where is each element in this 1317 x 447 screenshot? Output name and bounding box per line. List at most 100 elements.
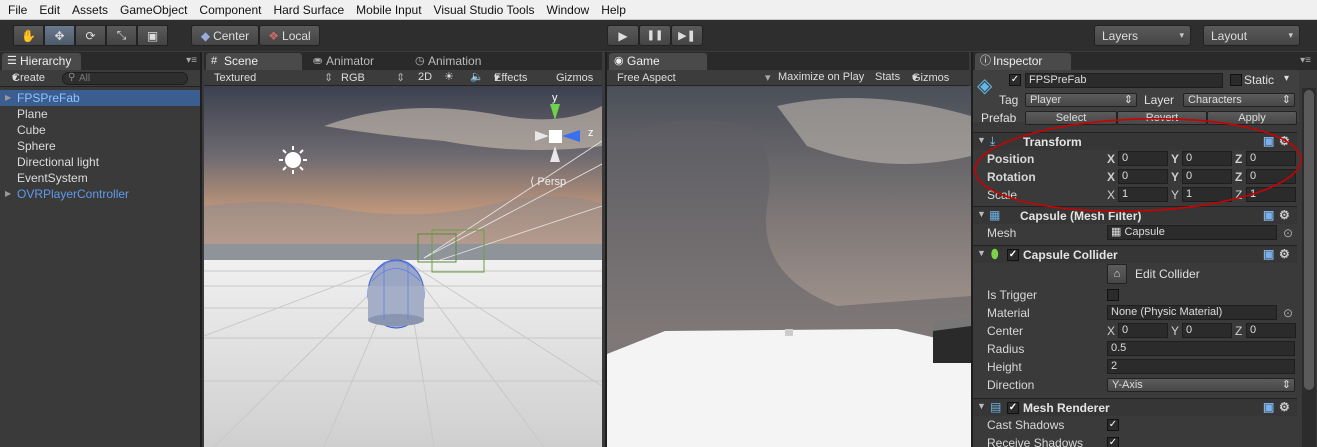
menu-edit[interactable]: Edit bbox=[33, 0, 66, 20]
game-gizmos-toggle[interactable]: Gizmos ▾ bbox=[912, 71, 949, 84]
center-y-field[interactable]: 0 bbox=[1182, 323, 1232, 338]
stats-toggle[interactable]: Stats bbox=[875, 71, 900, 83]
capsule-collider-header[interactable]: ▼ ⬮ ✓ Capsule Collider ▣ ⚙ bbox=[973, 245, 1297, 263]
pivot-center-toggle[interactable]: ◆ Center bbox=[191, 25, 259, 46]
rotation-x-field[interactable]: 0 bbox=[1118, 169, 1168, 184]
prefab-apply-button[interactable]: Apply bbox=[1207, 111, 1297, 125]
static-dropdown-arrow[interactable]: ▾ bbox=[1284, 73, 1289, 84]
expand-arrow-icon[interactable]: ▶ bbox=[5, 186, 11, 202]
panel-menu-icon[interactable]: ▾≡ bbox=[186, 55, 197, 66]
layer-dropdown[interactable]: Characters ⇕ bbox=[1183, 93, 1295, 107]
object-picker-icon[interactable]: ⊙ bbox=[1283, 306, 1293, 320]
menu-component[interactable]: Component bbox=[193, 0, 267, 20]
foldout-icon[interactable]: ▼ bbox=[977, 209, 986, 219]
menu-mobile-input[interactable]: Mobile Input bbox=[350, 0, 427, 20]
mesh-renderer-enabled-checkbox[interactable]: ✓ bbox=[1007, 402, 1019, 414]
gear-icon[interactable]: ⚙ bbox=[1279, 134, 1290, 148]
hierarchy-item[interactable]: EventSystem bbox=[0, 170, 200, 186]
audio-toggle-icon[interactable]: 🔈 bbox=[470, 70, 484, 83]
scale-z-field[interactable]: 1 bbox=[1246, 187, 1296, 202]
hand-tool-button[interactable]: ✋ bbox=[13, 25, 44, 46]
hierarchy-search[interactable]: ⚲ All bbox=[62, 72, 188, 85]
tab-scene[interactable]: # Scene bbox=[206, 53, 302, 70]
layers-dropdown[interactable]: Layers bbox=[1094, 25, 1191, 46]
layout-dropdown[interactable]: Layout bbox=[1203, 25, 1300, 46]
position-x-field[interactable]: 0 bbox=[1118, 151, 1168, 166]
gear-icon[interactable]: ⚙ bbox=[1279, 247, 1290, 261]
menu-hard-surface[interactable]: Hard Surface bbox=[267, 0, 350, 20]
effects-dropdown[interactable]: Effects ▾ bbox=[494, 71, 527, 84]
hierarchy-item[interactable]: Sphere bbox=[0, 138, 200, 154]
pause-button[interactable]: ❚❚ bbox=[639, 25, 671, 46]
expand-arrow-icon[interactable]: ▶ bbox=[5, 90, 11, 106]
gear-icon[interactable]: ⚙ bbox=[1279, 400, 1290, 414]
tab-game[interactable]: ◉ Game bbox=[609, 53, 707, 70]
hierarchy-item[interactable]: ▶ FPSPreFab bbox=[0, 90, 200, 106]
game-viewport[interactable] bbox=[607, 86, 971, 447]
play-button[interactable]: ▶ bbox=[607, 25, 639, 46]
pivot-local-toggle[interactable]: ❖ Local bbox=[259, 25, 320, 46]
help-icon[interactable]: ▣ bbox=[1263, 208, 1274, 222]
hierarchy-item[interactable]: Plane bbox=[0, 106, 200, 122]
mesh-renderer-header[interactable]: ▼ ▤ ✓ Mesh Renderer ▣ ⚙ bbox=[973, 398, 1297, 416]
position-y-field[interactable]: 0 bbox=[1182, 151, 1232, 166]
tab-animator[interactable]: ⛂ Animator bbox=[308, 53, 384, 70]
foldout-icon[interactable]: ▼ bbox=[977, 248, 986, 258]
move-tool-button[interactable]: ✥ bbox=[44, 25, 75, 46]
tab-hierarchy[interactable]: ☰ Hierarchy bbox=[2, 53, 82, 70]
maximize-on-play-toggle[interactable]: Maximize on Play bbox=[778, 71, 864, 83]
rect-tool-button[interactable]: ▣ bbox=[137, 25, 168, 46]
active-checkbox[interactable]: ✓ bbox=[1009, 74, 1021, 86]
scale-tool-button[interactable]: ⤡ bbox=[106, 25, 137, 46]
hierarchy-item[interactable]: ▶ OVRPlayerController bbox=[0, 186, 200, 202]
receive-shadows-checkbox[interactable]: ✓ bbox=[1107, 437, 1119, 447]
prefab-select-button[interactable]: Select bbox=[1025, 111, 1117, 125]
prefab-revert-button[interactable]: Revert bbox=[1117, 111, 1207, 125]
help-icon[interactable]: ▣ bbox=[1263, 247, 1274, 261]
inspector-menu-icon[interactable]: ▾≡ bbox=[1300, 55, 1311, 66]
material-field[interactable]: None (Physic Material) bbox=[1107, 305, 1277, 320]
hierarchy-item[interactable]: Cube bbox=[0, 122, 200, 138]
scene-viewport[interactable]: y z ⟨ Persp bbox=[204, 86, 602, 447]
menu-gameobject[interactable]: GameObject bbox=[114, 0, 193, 20]
center-x-field[interactable]: 0 bbox=[1118, 323, 1168, 338]
static-checkbox[interactable] bbox=[1230, 74, 1242, 86]
rotate-tool-button[interactable]: ⟳ bbox=[75, 25, 106, 46]
mesh-field[interactable]: ▦ Capsule bbox=[1107, 225, 1277, 240]
menu-visual-studio-tools[interactable]: Visual Studio Tools bbox=[428, 0, 541, 20]
menu-assets[interactable]: Assets bbox=[66, 0, 114, 20]
tab-animation[interactable]: ◷ Animation bbox=[410, 53, 491, 70]
rotation-z-field[interactable]: 0 bbox=[1246, 169, 1296, 184]
persp-label[interactable]: ⟨ Persp bbox=[530, 175, 566, 188]
transform-header[interactable]: ▼ ⤓ Transform ▣ ⚙ bbox=[973, 132, 1297, 150]
is-trigger-checkbox[interactable] bbox=[1107, 289, 1119, 301]
mesh-filter-header[interactable]: ▼ ▦ Capsule (Mesh Filter) ▣ ⚙ bbox=[973, 206, 1297, 224]
inspector-scrollbar[interactable] bbox=[1302, 88, 1316, 447]
radius-field[interactable]: 0.5 bbox=[1107, 341, 1295, 356]
menu-help[interactable]: Help bbox=[595, 0, 632, 20]
cast-shadows-checkbox[interactable]: ✓ bbox=[1107, 419, 1119, 431]
create-dropdown[interactable]: Create ▾ bbox=[12, 71, 45, 84]
foldout-icon[interactable]: ▼ bbox=[977, 401, 986, 411]
scale-x-field[interactable]: 1 bbox=[1118, 187, 1168, 202]
rotation-y-field[interactable]: 0 bbox=[1182, 169, 1232, 184]
foldout-icon[interactable]: ▼ bbox=[977, 135, 986, 145]
height-field[interactable]: 2 bbox=[1107, 359, 1295, 374]
scrollbar-thumb[interactable] bbox=[1304, 90, 1314, 390]
help-icon[interactable]: ▣ bbox=[1263, 134, 1274, 148]
gear-icon[interactable]: ⚙ bbox=[1279, 208, 1290, 222]
toggle-2d[interactable]: 2D bbox=[418, 71, 432, 83]
position-z-field[interactable]: 0 bbox=[1246, 151, 1296, 166]
help-icon[interactable]: ▣ bbox=[1263, 400, 1274, 414]
center-z-field[interactable]: 0 bbox=[1246, 323, 1296, 338]
object-picker-icon[interactable]: ⊙ bbox=[1283, 226, 1293, 240]
edit-collider-button[interactable]: ⌂ bbox=[1107, 264, 1127, 284]
menu-file[interactable]: File bbox=[2, 0, 33, 20]
direction-dropdown[interactable]: Y-Axis ⇕ bbox=[1107, 378, 1295, 392]
step-button[interactable]: ▶❚ bbox=[671, 25, 703, 46]
hierarchy-item[interactable]: Directional light bbox=[0, 154, 200, 170]
tab-inspector[interactable]: ⓘ Inspector bbox=[975, 53, 1071, 70]
capsule-collider-enabled-checkbox[interactable]: ✓ bbox=[1007, 249, 1019, 261]
menu-window[interactable]: Window bbox=[541, 0, 596, 20]
lighting-toggle-icon[interactable]: ☀ bbox=[444, 70, 454, 83]
